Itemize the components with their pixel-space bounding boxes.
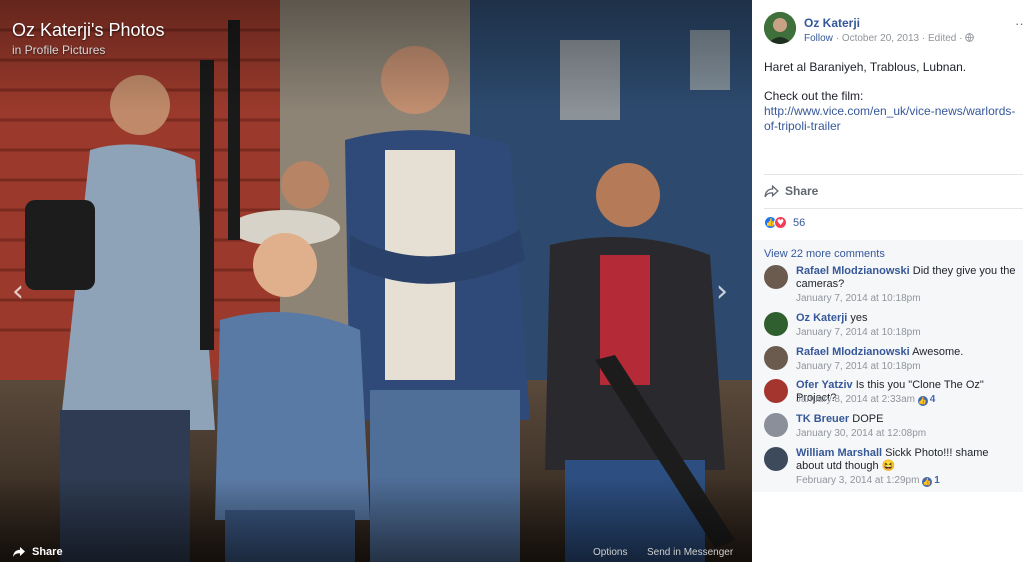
next-photo-button[interactable]: › (712, 274, 732, 310)
commenter-avatar[interactable] (764, 379, 788, 403)
commenter-name[interactable]: Oz Katerji (796, 312, 847, 324)
comment-text: William Marshall Sickk Photo!!! shame ab… (796, 447, 1018, 473)
divider (764, 208, 1023, 209)
post-side-panel: Oz Katerji Follow · October 20, 2013 · E… (752, 0, 1023, 562)
post-meta: Follow · October 20, 2013 · Edited · (804, 33, 975, 44)
comment-timestamp[interactable]: January 30, 2014 at 12:08pm (796, 428, 926, 439)
album-owner-title[interactable]: Oz Katerji's Photos (12, 20, 165, 41)
like-thumb-icon: 👍 (917, 396, 928, 406)
comment-like-count[interactable]: 👍 4 (917, 394, 936, 406)
post-caption: Haret al Baraniyeh, Trablous, Lubnan. (764, 60, 967, 74)
chevron-right-icon: › (716, 274, 728, 309)
commenter-name[interactable]: TK Breuer (796, 413, 849, 425)
reaction-count: 56 (793, 216, 806, 229)
view-more-comments-link[interactable]: View 22 more comments (764, 248, 885, 260)
comment-body: DOPE (852, 413, 884, 425)
post-body: Haret al Baraniyeh, Trablous, Lubnan. Ch… (764, 60, 1019, 134)
author-name[interactable]: Oz Katerji (804, 16, 860, 30)
comment-timestamp[interactable]: February 3, 2014 at 1:29pm (796, 475, 919, 486)
previous-photo-button[interactable]: ‹ (8, 274, 28, 310)
comments-section: View 22 more comments Rafael Mlodzianows… (752, 240, 1023, 492)
divider (764, 174, 1023, 175)
comment-like-number: 1 (934, 475, 940, 486)
commenter-avatar[interactable] (764, 346, 788, 370)
like-thumb-icon: 👍 (922, 477, 933, 487)
comment-text: TK Breuer DOPE (796, 413, 1018, 426)
send-in-messenger-button[interactable]: Send in Messenger (647, 547, 733, 558)
meta-separator: · (921, 33, 926, 44)
post-date[interactable]: October 20, 2013 (842, 33, 919, 44)
chevron-left-icon: ‹ (12, 274, 24, 309)
comment-text: Oz Katerji yes (796, 312, 1018, 325)
viewer-share-button[interactable]: Share (12, 546, 63, 558)
comment-timestamp[interactable]: January 7, 2014 at 10:18pm (796, 293, 921, 304)
edited-label[interactable]: Edited (928, 33, 956, 44)
comment-like-count[interactable]: 👍 1 (922, 475, 940, 487)
more-options-button[interactable]: ··· (1015, 16, 1023, 31)
share-arrow-icon (764, 184, 779, 197)
meta-separator: · (835, 33, 840, 44)
author-avatar[interactable] (764, 12, 796, 44)
photo-image (0, 0, 752, 562)
comment-body: yes (850, 312, 868, 324)
film-intro-text: Check out the film: (764, 89, 864, 103)
commenter-avatar[interactable] (764, 447, 788, 471)
comment-timestamp-row: February 3, 2014 at 1:29pm 👍 1 (796, 475, 940, 487)
comment-timestamp[interactable]: January 8, 2014 at 2:33am (796, 394, 915, 405)
meta-separator: · (959, 33, 963, 44)
commenter-avatar[interactable] (764, 265, 788, 289)
commenter-name[interactable]: Ofer Yatziv (796, 379, 853, 391)
commenter-name[interactable]: Rafael Mlodzianowski (796, 346, 910, 358)
follow-button[interactable]: Follow (804, 33, 833, 44)
comment-timestamp-row: January 8, 2014 at 2:33am 👍 4 (796, 394, 935, 406)
album-name[interactable]: in Profile Pictures (12, 43, 105, 57)
options-button[interactable]: Options (593, 547, 627, 558)
comment-text: Rafael Mlodzianowski Did they give you t… (796, 265, 1018, 291)
love-heart-icon: ♥ (774, 216, 787, 229)
commenter-name[interactable]: William Marshall (796, 447, 882, 459)
post-share-label: Share (785, 184, 819, 198)
viewer-share-label: Share (32, 546, 63, 558)
comment-text: Rafael Mlodzianowski Awesome. (796, 346, 1018, 359)
reactions-summary[interactable]: 👍 ♥ 56 (764, 216, 805, 229)
comment-body: Awesome. (912, 346, 964, 358)
comment-like-number: 4 (929, 394, 936, 405)
comment-timestamp[interactable]: January 7, 2014 at 10:18pm (796, 327, 921, 338)
share-arrow-icon (13, 547, 25, 557)
film-link[interactable]: http://www.vice.com/en_uk/vice-news/warl… (764, 104, 1015, 133)
globe-icon (965, 33, 975, 44)
commenter-name[interactable]: Rafael Mlodzianowski (796, 265, 910, 277)
post-header: Oz Katerji Follow · October 20, 2013 · E… (764, 12, 1023, 48)
post-share-button[interactable]: Share (764, 184, 818, 198)
commenter-avatar[interactable] (764, 413, 788, 437)
commenter-avatar[interactable] (764, 312, 788, 336)
photo-viewer: Oz Katerji's Photos in Profile Pictures … (0, 0, 752, 562)
comment-timestamp[interactable]: January 7, 2014 at 10:18pm (796, 361, 921, 372)
